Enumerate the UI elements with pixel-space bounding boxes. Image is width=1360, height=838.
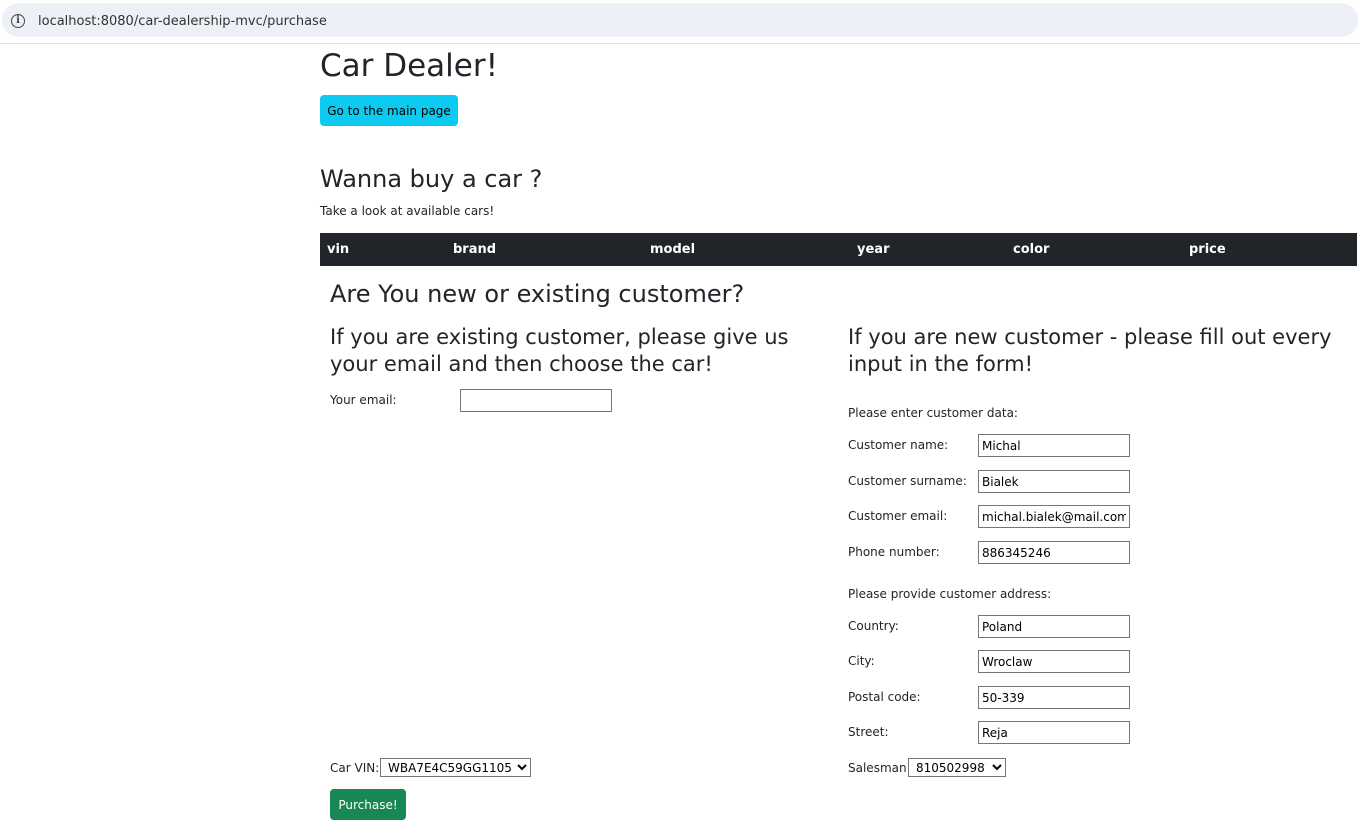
city-label: City: [848, 654, 875, 668]
customer-email-input[interactable] [978, 505, 1130, 528]
column-header-color: color [1013, 242, 1050, 257]
column-header-model: model [650, 242, 696, 257]
salesman-select[interactable]: 81050299875 [908, 758, 1006, 777]
site-info-icon[interactable]: i [11, 14, 25, 28]
customer-surname-input[interactable] [978, 470, 1130, 493]
postal-code-label: Postal code: [848, 690, 921, 704]
phone-number-label: Phone number: [848, 545, 940, 559]
city-input[interactable] [978, 650, 1130, 673]
cars-section-title: Wanna buy a car ? [320, 165, 543, 193]
customer-address-heading: Please provide customer address: [848, 587, 1052, 601]
column-header-brand: brand [453, 242, 497, 257]
url-field[interactable]: i localhost:8080/car-dealership-mvc/purc… [2, 3, 1358, 37]
customer-email-label: Customer email: [848, 509, 948, 523]
phone-number-input[interactable] [978, 541, 1130, 564]
cars-section-subtitle: Take a look at available cars! [320, 204, 495, 218]
url-text[interactable]: localhost:8080/car-dealership-mvc/purcha… [38, 14, 327, 29]
new-customer-title: If you are new customer - please fill ou… [848, 325, 1332, 376]
existing-email-label: Your email: [330, 393, 397, 407]
existing-customer-title: If you are existing customer, please giv… [330, 325, 789, 376]
purchase-button[interactable]: Purchase! [330, 789, 406, 820]
column-header-vin: vin [327, 242, 350, 257]
street-input[interactable] [978, 721, 1130, 744]
main-page-button[interactable]: Go to the main page [320, 95, 458, 126]
page-content: Car Dealer! Go to the main page Wanna bu… [0, 44, 1360, 838]
customer-name-input[interactable] [978, 434, 1130, 457]
column-header-price: price [1189, 242, 1226, 257]
existing-email-input[interactable] [460, 389, 612, 412]
customer-name-label: Customer name: [848, 438, 949, 452]
customer-data-heading: Please enter customer data: [848, 406, 1018, 420]
country-input[interactable] [978, 615, 1130, 638]
page-title: Car Dealer! [320, 48, 499, 84]
car-vin-label: Car VIN: [330, 761, 380, 775]
postal-code-input[interactable] [978, 686, 1130, 709]
salesman-label: Salesman: [848, 761, 911, 775]
column-header-year: year [857, 242, 890, 257]
country-label: Country: [848, 619, 899, 633]
customer-question: Are You new or existing customer? [330, 280, 745, 308]
customer-surname-label: Customer surname: [848, 474, 967, 488]
car-vin-select[interactable]: WBA7E4C59GG110593 [380, 758, 531, 777]
cars-table-header: vin brand model year color price [320, 233, 1357, 266]
street-label: Street: [848, 725, 889, 739]
browser-address-bar: i localhost:8080/car-dealership-mvc/purc… [0, 0, 1360, 44]
